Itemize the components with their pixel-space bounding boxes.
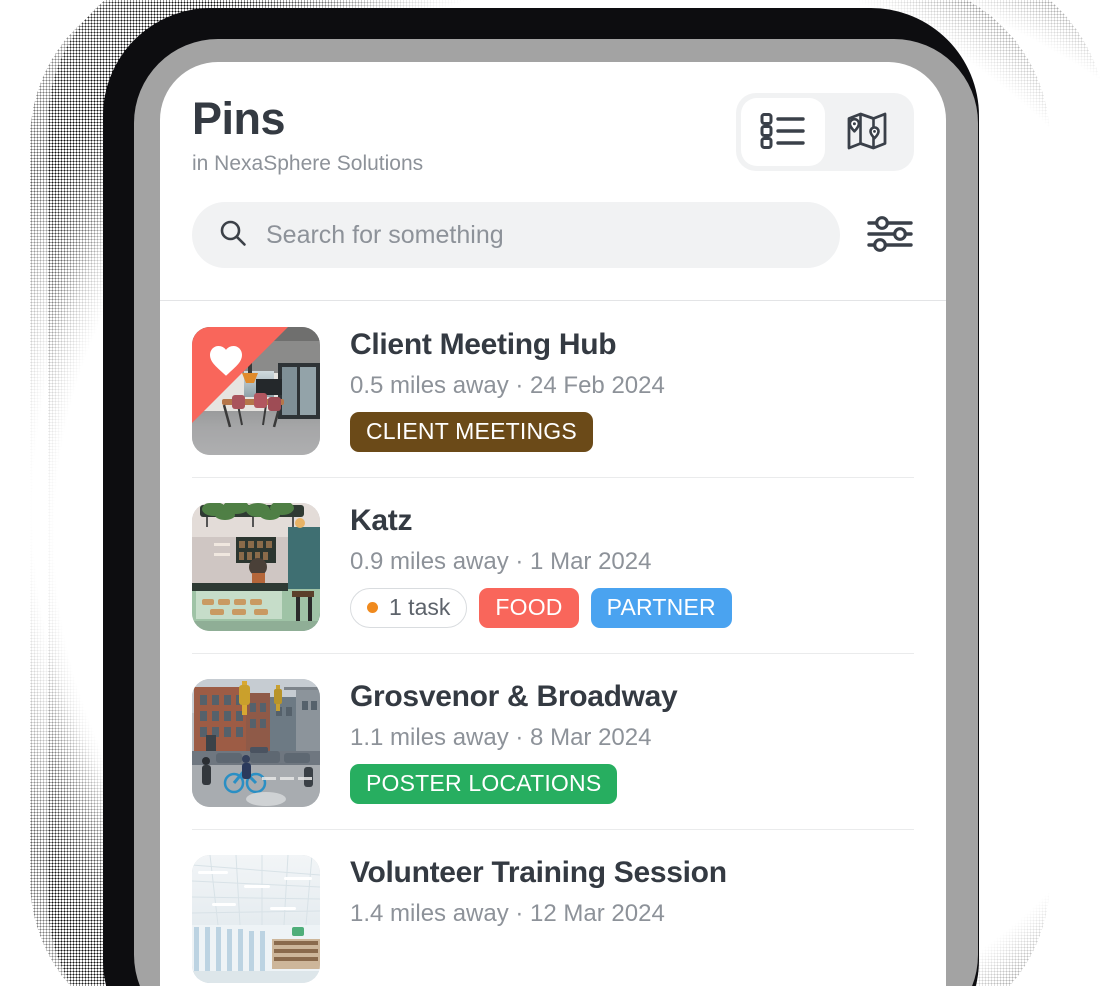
search-row: [192, 202, 916, 268]
pin-list-item[interactable]: Client Meeting Hub 0.5 miles away · 24 Fe…: [160, 301, 946, 477]
pin-tag[interactable]: POSTER LOCATIONS: [350, 763, 618, 804]
pin-list: Client Meeting Hub 0.5 miles away · 24 Fe…: [160, 301, 946, 986]
pin-tag[interactable]: PARTNER: [590, 587, 732, 628]
pin-body: Volunteer Training Session 1.4 miles away…: [350, 855, 914, 926]
phone-screen: Pins in NexaSphere Solutions Search for …: [160, 62, 946, 986]
search-input[interactable]: [266, 220, 814, 250]
pin-thumbnail: [192, 327, 320, 455]
list-icon: [760, 111, 806, 154]
pin-tag-row: CLIENT MEETINGS: [350, 411, 914, 452]
pin-title: Volunteer Training Session: [350, 856, 727, 889]
list-view-button[interactable]: [741, 98, 825, 166]
pin-thumbnail: [192, 679, 320, 807]
pin-meta: 0.9 miles away · 1 Mar 2024: [350, 547, 652, 575]
search-icon: [218, 218, 248, 253]
pin-list-item[interactable]: Katz 0.9 miles away · 1 Mar 2024 1 task FOO…: [160, 477, 946, 653]
pin-meta: 1.4 miles away · 12 Mar 2024: [350, 899, 665, 927]
pin-meta: 0.5 miles away · 24 Feb 2024: [350, 371, 665, 399]
task-count-pill[interactable]: 1 task: [350, 587, 468, 628]
view-toggle[interactable]: [736, 93, 914, 171]
map-view-button[interactable]: [825, 98, 909, 166]
pin-tag-row: POSTER LOCATIONS: [350, 763, 914, 804]
pin-list-item[interactable]: Volunteer Training Session 1.4 miles away…: [160, 829, 946, 986]
search-box[interactable]: [192, 202, 840, 268]
pin-title: Grosvenor & Broadway: [350, 680, 678, 713]
pin-thumbnail: [192, 503, 320, 631]
pin-body: Katz 0.9 miles away · 1 Mar 2024 1 task FOO…: [350, 503, 914, 628]
pin-tag-row: 1 task FOOD PARTNER: [350, 587, 914, 628]
task-count-label: 1 task: [389, 594, 451, 621]
pin-list-item[interactable]: Grosvenor & Broadway 1.1 miles away · 8 M…: [160, 653, 946, 829]
map-icon: [843, 107, 891, 158]
pin-tag[interactable]: FOOD: [479, 587, 579, 628]
task-status-dot: [367, 602, 378, 614]
screenshot-stage: Pins in NexaSphere Solutions Search for …: [0, 0, 1106, 986]
filter-button[interactable]: [864, 209, 916, 261]
pin-body: Client Meeting Hub 0.5 miles away · 24 Fe…: [350, 327, 914, 452]
pin-body: Grosvenor & Broadway 1.1 miles away · 8 M…: [350, 679, 914, 804]
pin-title: Katz: [350, 504, 413, 537]
pin-tag[interactable]: CLIENT MEETINGS: [350, 411, 593, 452]
pin-meta: 1.1 miles away · 8 Mar 2024: [350, 723, 652, 751]
pin-title: Client Meeting Hub: [350, 328, 617, 361]
filter-sliders-icon: [865, 212, 915, 259]
app-header: Pins in NexaSphere Solutions: [160, 62, 946, 301]
pin-thumbnail: [192, 855, 320, 983]
